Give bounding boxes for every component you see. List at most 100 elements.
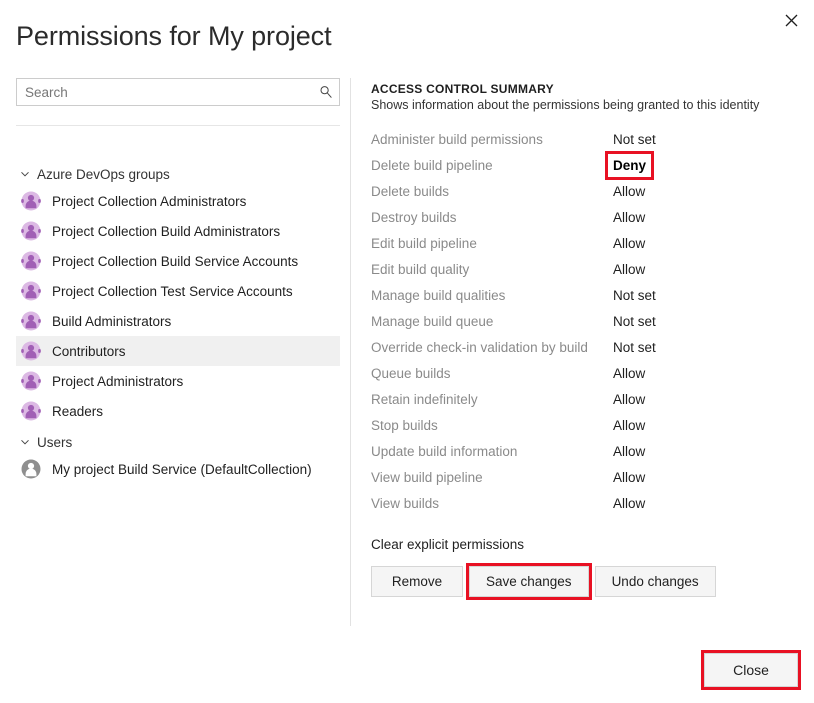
permission-value-text: Not set bbox=[611, 287, 658, 304]
summary-subtitle: Shows information about the permissions … bbox=[371, 98, 791, 112]
page-title: Permissions for My project bbox=[16, 21, 331, 52]
table-row: View builds Allow bbox=[371, 490, 791, 516]
permission-name: Retain indefinitely bbox=[371, 386, 611, 412]
group-avatar-icon bbox=[20, 280, 42, 302]
undo-changes-button[interactable]: Undo changes bbox=[595, 566, 716, 597]
permission-value-text: Allow bbox=[611, 209, 647, 226]
table-row: Queue builds Allow bbox=[371, 360, 791, 386]
permission-name: Override check-in validation by build bbox=[371, 334, 611, 360]
list-item[interactable]: Project Collection Build Service Account… bbox=[16, 246, 340, 276]
permission-value-text: Allow bbox=[611, 365, 647, 382]
permission-value[interactable]: Not set bbox=[611, 126, 791, 152]
permission-value[interactable]: Allow bbox=[611, 178, 791, 204]
list-item-label: Project Administrators bbox=[52, 374, 183, 389]
permission-name: Stop builds bbox=[371, 412, 611, 438]
table-row-highlighted: Delete build pipeline Deny bbox=[371, 152, 791, 178]
close-button[interactable]: Close bbox=[704, 653, 798, 687]
tree-group-azure-devops-groups[interactable]: Azure DevOps groups bbox=[0, 162, 350, 186]
permission-value-text: Allow bbox=[611, 469, 647, 486]
list-item[interactable]: Project Collection Build Administrators bbox=[16, 216, 340, 246]
permission-value[interactable]: Not set bbox=[611, 282, 791, 308]
chevron-down-icon bbox=[20, 437, 30, 447]
table-row: Override check-in validation by build No… bbox=[371, 334, 791, 360]
list-item[interactable]: Readers bbox=[16, 396, 340, 426]
permission-value[interactable]: Allow bbox=[611, 490, 791, 516]
permission-value[interactable]: Allow bbox=[611, 360, 791, 386]
clear-explicit-permissions-link[interactable]: Clear explicit permissions bbox=[371, 537, 524, 552]
list-item-label: Contributors bbox=[52, 344, 126, 359]
permission-name: Administer build permissions bbox=[371, 126, 611, 152]
permission-value-text: Allow bbox=[611, 235, 647, 252]
permission-value-text: Allow bbox=[611, 183, 647, 200]
list-item-label: Build Administrators bbox=[52, 314, 171, 329]
permission-name: Destroy builds bbox=[371, 204, 611, 230]
table-row: Delete builds Allow bbox=[371, 178, 791, 204]
pane-divider bbox=[350, 78, 351, 626]
permission-name: View builds bbox=[371, 490, 611, 516]
list-item[interactable]: Project Collection Test Service Accounts bbox=[16, 276, 340, 306]
permission-value-text: Allow bbox=[611, 391, 647, 408]
identity-tree: Azure DevOps groups Project Collection A… bbox=[0, 162, 350, 484]
permission-value[interactable]: Not set bbox=[611, 308, 791, 334]
table-row: Edit build quality Allow bbox=[371, 256, 791, 282]
permission-name: View build pipeline bbox=[371, 464, 611, 490]
permission-value[interactable]: Allow bbox=[611, 230, 791, 256]
permission-value[interactable]: Deny bbox=[611, 152, 791, 178]
permission-name: Delete builds bbox=[371, 178, 611, 204]
divider bbox=[16, 125, 340, 126]
action-button-row: Remove Save changes Undo changes bbox=[371, 566, 791, 597]
list-item[interactable]: My project Build Service (DefaultCollect… bbox=[16, 454, 340, 484]
group-avatar-icon bbox=[20, 220, 42, 242]
close-icon[interactable] bbox=[776, 6, 806, 34]
list-item-label: Project Collection Administrators bbox=[52, 194, 246, 209]
group-avatar-icon bbox=[20, 250, 42, 272]
permission-value-text: Allow bbox=[611, 261, 647, 278]
list-item-label: My project Build Service (DefaultCollect… bbox=[52, 462, 312, 477]
permission-name: Edit build pipeline bbox=[371, 230, 611, 256]
list-item[interactable]: Build Administrators bbox=[16, 306, 340, 336]
access-control-summary-pane: ACCESS CONTROL SUMMARY Shows information… bbox=[371, 78, 791, 597]
permission-value[interactable]: Not set bbox=[611, 334, 791, 360]
save-changes-button[interactable]: Save changes bbox=[469, 566, 589, 597]
permission-value[interactable]: Allow bbox=[611, 256, 791, 282]
table-row: Manage build qualities Not set bbox=[371, 282, 791, 308]
group-avatar-icon bbox=[20, 310, 42, 332]
user-avatar-icon bbox=[20, 458, 42, 480]
permission-value-text: Not set bbox=[611, 131, 658, 148]
table-row: Destroy builds Allow bbox=[371, 204, 791, 230]
group-avatar-icon bbox=[20, 340, 42, 362]
permission-value-text: Not set bbox=[611, 313, 658, 330]
permission-value-text: Allow bbox=[611, 443, 647, 460]
permission-name: Manage build queue bbox=[371, 308, 611, 334]
permission-value[interactable]: Allow bbox=[611, 464, 791, 490]
group-avatar-icon bbox=[20, 400, 42, 422]
table-row: Manage build queue Not set bbox=[371, 308, 791, 334]
table-row: Update build information Allow bbox=[371, 438, 791, 464]
tree-group-users[interactable]: Users bbox=[0, 430, 350, 454]
table-row: Stop builds Allow bbox=[371, 412, 791, 438]
permission-value[interactable]: Allow bbox=[611, 204, 791, 230]
list-item-label: Project Collection Test Service Accounts bbox=[52, 284, 293, 299]
list-item[interactable]: Project Administrators bbox=[16, 366, 340, 396]
list-item-label: Project Collection Build Administrators bbox=[52, 224, 280, 239]
permission-value-text: Allow bbox=[611, 495, 647, 512]
search-input[interactable] bbox=[17, 79, 313, 105]
list-item-selected[interactable]: Contributors bbox=[16, 336, 340, 366]
list-item[interactable]: Project Collection Administrators bbox=[16, 186, 340, 216]
permission-value[interactable]: Allow bbox=[611, 412, 791, 438]
permission-value[interactable]: Allow bbox=[611, 386, 791, 412]
table-row: View build pipeline Allow bbox=[371, 464, 791, 490]
permission-value[interactable]: Allow bbox=[611, 438, 791, 464]
tree-group-label: Users bbox=[37, 435, 72, 450]
permissions-dialog: Permissions for My project + Add... bbox=[0, 0, 814, 703]
permission-name: Edit build quality bbox=[371, 256, 611, 282]
search-icon[interactable] bbox=[313, 85, 339, 99]
permission-value-text: Not set bbox=[611, 339, 658, 356]
remove-button[interactable]: Remove bbox=[371, 566, 463, 597]
search-box[interactable] bbox=[16, 78, 340, 106]
summary-title: ACCESS CONTROL SUMMARY bbox=[371, 82, 791, 96]
permission-name: Delete build pipeline bbox=[371, 152, 611, 178]
permission-value-text: Deny bbox=[611, 157, 648, 174]
permissions-table: Administer build permissions Not set Del… bbox=[371, 126, 791, 516]
permission-name: Update build information bbox=[371, 438, 611, 464]
